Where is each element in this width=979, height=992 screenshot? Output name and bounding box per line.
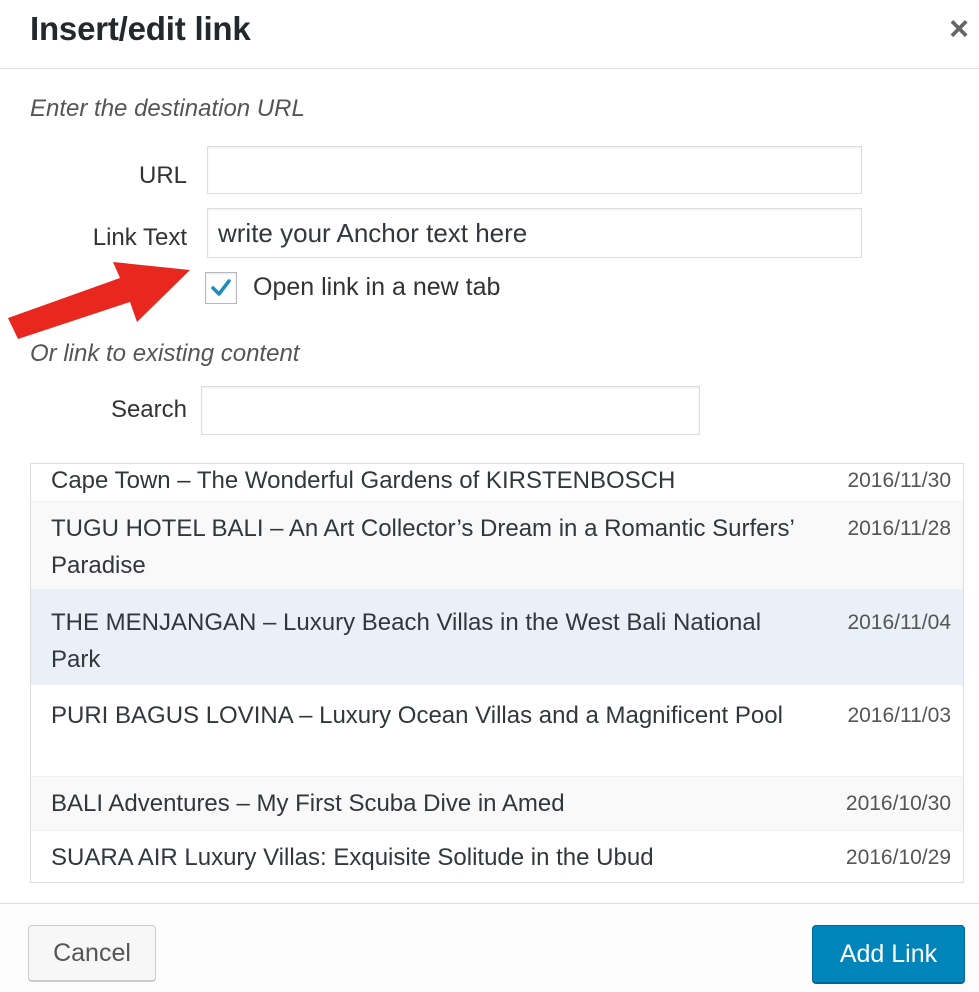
- result-item[interactable]: Cape Town – The Wonderful Gardens of KIR…: [31, 464, 963, 502]
- search-input[interactable]: [201, 386, 700, 435]
- result-item-selected[interactable]: THE MENJANGAN – Luxury Beach Villas in t…: [31, 590, 963, 685]
- url-section-heading: Enter the destination URL: [30, 95, 305, 122]
- result-title: BALI Adventures – My First Scuba Dive in…: [51, 790, 565, 817]
- link-text-label: Link Text: [92, 224, 187, 251]
- link-text-input[interactable]: [207, 208, 862, 258]
- result-date: 2016/11/28: [847, 517, 951, 540]
- result-title: TUGU HOTEL BALI – An Art Collector’s Dre…: [51, 515, 794, 579]
- result-date: 2016/10/30: [845, 792, 951, 815]
- dialog-footer: Cancel Add Link: [0, 903, 979, 992]
- url-label: URL: [138, 162, 187, 189]
- open-new-tab-label[interactable]: Open link in a new tab: [253, 273, 500, 302]
- result-item[interactable]: PURI BAGUS LOVINA – Luxury Ocean Villas …: [31, 685, 963, 777]
- add-link-button[interactable]: Add Link: [812, 925, 965, 983]
- existing-content-heading: Or link to existing content: [30, 340, 300, 367]
- result-title: SUARA AIR Luxury Villas: Exquisite Solit…: [51, 844, 654, 871]
- dialog-title: Insert/edit link: [30, 10, 251, 47]
- result-date: 2016/11/30: [847, 469, 951, 492]
- open-new-tab-checkbox[interactable]: [205, 272, 237, 304]
- close-icon[interactable]: ×: [942, 12, 976, 46]
- result-title: PURI BAGUS LOVINA – Luxury Ocean Villas …: [51, 702, 783, 729]
- red-arrow-annotation: [8, 262, 190, 339]
- result-title: Cape Town – The Wonderful Gardens of KIR…: [51, 467, 676, 494]
- insert-edit-link-dialog: Insert/edit link × Enter the destination…: [0, 0, 979, 992]
- checkmark-icon: [211, 279, 231, 296]
- result-item[interactable]: SUARA AIR Luxury Villas: Exquisite Solit…: [31, 831, 963, 882]
- result-date: 2016/11/04: [847, 611, 951, 634]
- dialog-header: Insert/edit link ×: [0, 0, 979, 69]
- search-results-list: Cape Town – The Wonderful Gardens of KIR…: [30, 463, 964, 883]
- result-title: THE MENJANGAN – Luxury Beach Villas in t…: [51, 609, 762, 673]
- url-input[interactable]: [207, 146, 862, 194]
- result-date: 2016/10/29: [845, 846, 951, 869]
- cancel-button[interactable]: Cancel: [28, 925, 156, 981]
- result-item[interactable]: BALI Adventures – My First Scuba Dive in…: [31, 777, 963, 831]
- result-date: 2016/11/03: [847, 704, 951, 727]
- result-item[interactable]: TUGU HOTEL BALI – An Art Collector’s Dre…: [31, 502, 963, 590]
- search-label: Search: [110, 396, 187, 423]
